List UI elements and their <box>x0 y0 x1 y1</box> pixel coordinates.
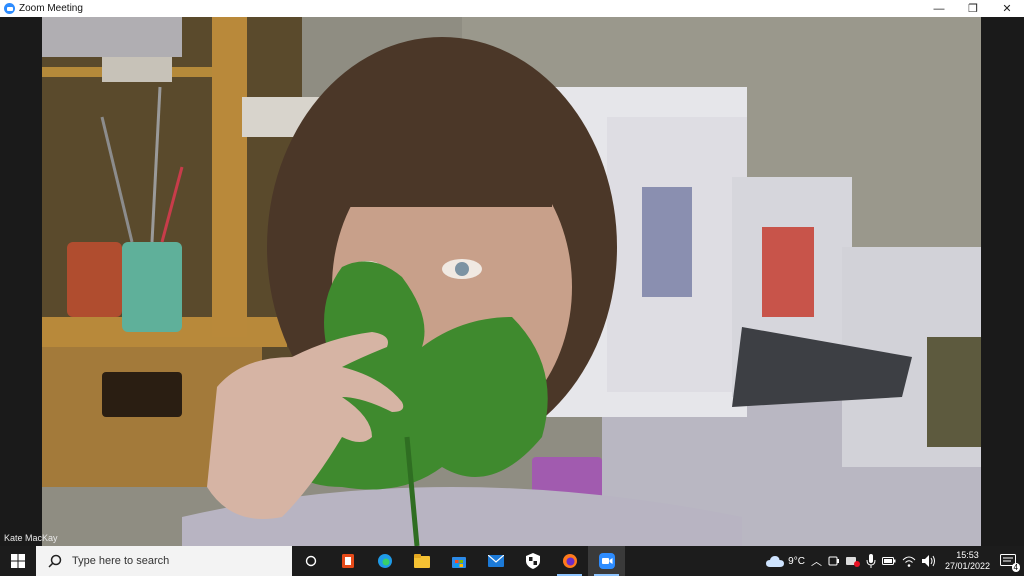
zoom-button[interactable] <box>588 546 625 576</box>
video-area: Kate MacKay <box>0 17 1024 546</box>
participant-name-label: Kate MacKay <box>4 533 58 543</box>
window-title: Zoom Meeting <box>19 3 83 14</box>
taskbar-clock[interactable]: 15:53 27/01/2022 <box>939 550 996 572</box>
cloud-icon <box>766 556 785 567</box>
office-button[interactable] <box>329 546 366 576</box>
zoom-icon <box>598 553 615 569</box>
webcam-scene <box>42 17 981 546</box>
task-view-icon <box>305 555 316 567</box>
microphone-icon <box>866 554 876 568</box>
search-input[interactable] <box>72 555 272 567</box>
store-button[interactable] <box>440 546 477 576</box>
taskbar-search[interactable] <box>36 546 292 576</box>
security-icon <box>525 553 540 569</box>
edge-button[interactable] <box>366 546 403 576</box>
battery-icon <box>881 557 896 565</box>
meet-now-icon <box>828 556 839 566</box>
webcam-status-icon <box>845 557 860 567</box>
clock-time: 15:53 <box>956 550 979 560</box>
system-tray: 9°C ︿ 15:53 27/01/2022 4 <box>763 546 1024 576</box>
microphone-button[interactable] <box>863 546 879 576</box>
file-explorer-button[interactable] <box>403 546 440 576</box>
store-icon <box>451 557 466 568</box>
office-icon <box>341 554 354 568</box>
windows-logo-icon <box>11 554 25 568</box>
start-button[interactable] <box>0 546 36 576</box>
tray-app-3[interactable] <box>879 546 899 576</box>
security-button[interactable] <box>514 546 551 576</box>
mail-button[interactable] <box>477 546 514 576</box>
windows-taskbar: 9°C ︿ 15:53 27/01/2022 4 <box>0 546 1024 576</box>
restore-button[interactable]: ❐ <box>956 0 990 17</box>
search-icon <box>48 554 62 568</box>
notification-count-badge: 4 <box>1011 563 1020 572</box>
speaker-icon <box>921 555 935 567</box>
volume-button[interactable] <box>919 546 939 576</box>
task-view-button[interactable] <box>292 546 329 576</box>
chevron-up-icon: ︿ <box>810 556 822 568</box>
show-hidden-icons-button[interactable]: ︿ <box>808 546 825 576</box>
zoom-app-icon <box>4 3 15 14</box>
clock-date: 27/01/2022 <box>944 561 990 571</box>
file-explorer-icon <box>413 554 430 568</box>
firefox-icon <box>562 554 577 568</box>
mail-icon <box>487 555 504 567</box>
window-title-bar: Zoom Meeting — ❐ ✕ <box>0 0 1024 17</box>
weather-widget[interactable]: 9°C <box>763 546 808 576</box>
edge-icon <box>377 554 392 568</box>
notification-center-button[interactable]: 4 <box>996 546 1024 576</box>
wifi-icon <box>902 556 916 567</box>
minimize-button[interactable]: — <box>922 0 956 17</box>
tray-app-2[interactable] <box>843 546 863 576</box>
network-button[interactable] <box>899 546 919 576</box>
firefox-button[interactable] <box>551 546 588 576</box>
tray-app-1[interactable] <box>825 546 843 576</box>
participant-video <box>42 17 981 546</box>
close-button[interactable]: ✕ <box>990 0 1024 17</box>
weather-temperature: 9°C <box>788 555 805 567</box>
